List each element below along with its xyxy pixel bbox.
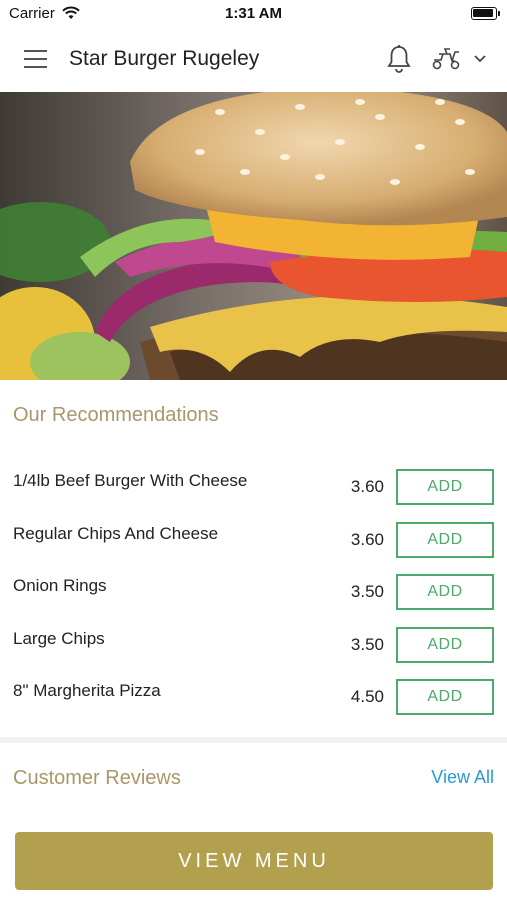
reviews-title: Customer Reviews xyxy=(13,767,181,789)
item-name: Onion Rings xyxy=(13,576,107,595)
item-price: 4.50 xyxy=(350,687,384,706)
view-all-link[interactable]: View All xyxy=(431,767,494,788)
hero-image xyxy=(0,92,507,380)
battery-icon xyxy=(471,7,500,20)
chevron-down-icon[interactable] xyxy=(473,54,487,64)
page-title: Star Burger Rugeley xyxy=(69,47,260,70)
bell-icon[interactable] xyxy=(386,44,412,74)
item-price: 3.50 xyxy=(350,582,384,601)
item-name: Large Chips xyxy=(13,629,105,648)
list-item: 8" Margherita Pizza 4.50 ADD xyxy=(0,679,507,733)
status-bar: Carrier 1:31 AM xyxy=(0,0,507,28)
item-price: 3.50 xyxy=(350,635,384,654)
item-name: 1/4lb Beef Burger With Cheese xyxy=(13,471,248,490)
add-button[interactable]: ADD xyxy=(396,522,494,558)
add-button[interactable]: ADD xyxy=(396,574,494,610)
burger-photo xyxy=(0,92,507,380)
add-button[interactable]: ADD xyxy=(396,469,494,505)
item-name: 8" Margherita Pizza xyxy=(13,681,161,700)
app-header: Star Burger Rugeley xyxy=(0,28,507,92)
view-menu-button[interactable]: VIEW MENU xyxy=(15,832,493,890)
item-price: 3.60 xyxy=(350,530,384,549)
add-button[interactable]: ADD xyxy=(396,679,494,715)
item-price: 3.60 xyxy=(350,477,384,496)
menu-icon[interactable] xyxy=(24,50,47,68)
list-item: Large Chips 3.50 ADD xyxy=(0,627,507,681)
list-item: Regular Chips And Cheese 3.60 ADD xyxy=(0,522,507,576)
list-item: Onion Rings 3.50 ADD xyxy=(0,574,507,628)
status-time: 1:31 AM xyxy=(225,5,282,22)
scooter-icon[interactable] xyxy=(431,48,461,70)
recommendations-title: Our Recommendations xyxy=(13,404,219,426)
add-button[interactable]: ADD xyxy=(396,627,494,663)
list-item: 1/4lb Beef Burger With Cheese 3.60 ADD xyxy=(0,469,507,523)
item-name: Regular Chips And Cheese xyxy=(13,524,219,543)
section-divider xyxy=(0,737,507,743)
